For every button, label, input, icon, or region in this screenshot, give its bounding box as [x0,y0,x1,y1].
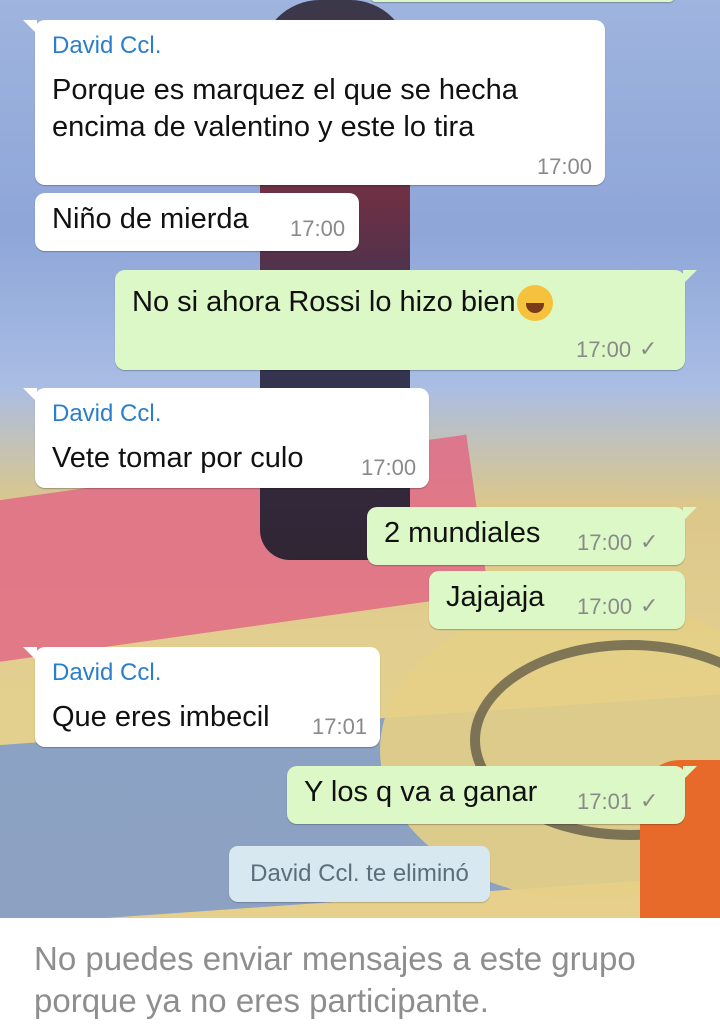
check-icon: ✓ [640,788,659,813]
message-bubble-outgoing[interactable]: Jajajaja 17:00 ✓ [429,571,685,629]
message-text: Niño de mierda [52,203,249,235]
message-bubble-outgoing[interactable]: Y los q va a ganar 17:01 ✓ [287,766,697,824]
check-icon: ✓ [640,529,659,554]
sender-name[interactable]: David Ccl. [52,659,161,687]
sender-name[interactable]: David Ccl. [52,400,161,428]
message-time: 17:00 [577,530,633,555]
message-time: 17:00 [361,455,417,480]
chat-wallpaper: David Ccl. Porque es marquez el que se h… [0,0,720,918]
message-time: 17:00 [577,594,633,619]
message-text: Vete tomar por culo [52,442,304,474]
check-icon: ✓ [640,593,659,618]
footer-notice-bar: No puedes enviar mensajes a este grupo p… [0,918,720,1032]
not-participant-notice: No puedes enviar mensajes a este grupo p… [34,940,636,1019]
message-bubble-incoming[interactable]: David Ccl. Vete tomar por culo 17:00 [23,388,429,488]
message-time: 17:01 [312,714,368,739]
message-bubble-incoming[interactable]: Niño de mierda 17:00 [35,193,359,251]
message-text-line: Porque es marquez el que se hecha [52,74,518,106]
message-time: 17:01 [577,789,633,814]
message-text-content: No si ahora Rossi lo hizo bien [132,286,516,318]
message-time: 17:00 [536,154,592,179]
bubble-tail [683,270,697,284]
message-text: Porque es marquez el que se hecha encima… [52,72,518,146]
message-bubble-outgoing[interactable]: No si ahora Rossi lo hizo bien 17:00 ✓ [115,270,697,370]
face-with-tears-of-joy-icon [516,285,553,322]
bubble-tail [683,507,697,521]
message-bubble-incoming[interactable]: David Ccl. Porque es marquez el que se h… [23,20,605,185]
bubble-tail [23,647,37,661]
message-text: Que eres imbecil [52,701,270,733]
message-text-line: encima de valentino y este lo tira [52,111,475,143]
check-icon: ✓ [639,336,658,361]
message-time: 17:00 [290,216,346,241]
message-text: Jajajaja [446,581,545,613]
message-time: 17:00 [576,337,632,362]
sender-name[interactable]: David Ccl. [52,32,161,60]
bubble-tail [683,766,697,780]
bubble-tail [23,20,37,34]
message-bubble-partial[interactable] [370,0,675,2]
message-bubble-outgoing[interactable]: 2 mundiales 17:00 ✓ [367,507,697,565]
system-message: David Ccl. te eliminó [229,846,490,902]
message-text: 2 mundiales [384,517,541,549]
message-bubble-incoming[interactable]: David Ccl. Que eres imbecil 17:01 [23,647,380,747]
message-text: Y los q va a ganar [304,776,538,808]
bubble-tail [23,388,37,402]
message-text: No si ahora Rossi lo hizo bien [132,284,553,322]
